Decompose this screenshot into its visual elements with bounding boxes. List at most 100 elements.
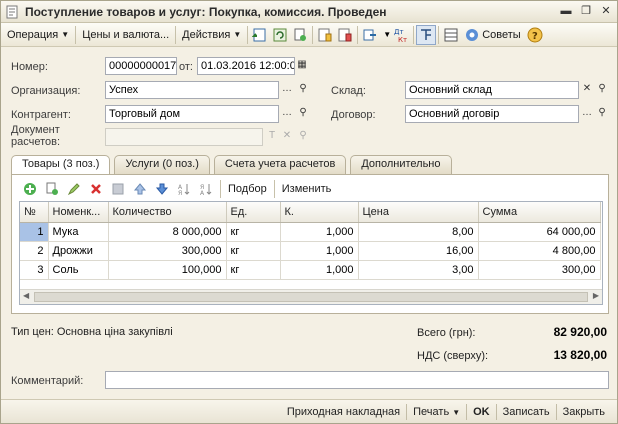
close-button[interactable]: Закрыть [557,406,611,418]
toolbar-separator [273,180,275,198]
organization-label: Организация: [11,85,81,97]
organization-field[interactable]: Успех [105,81,279,99]
nomenclature-cell[interactable]: Дрожжи [48,241,109,261]
help-icon[interactable]: ? [525,25,545,45]
column-header-unit[interactable]: Ед. [226,202,281,223]
number-field[interactable]: 00000000017 [105,57,177,75]
post-icon[interactable] [315,25,335,45]
sort-desc-icon[interactable]: ЯA [196,180,216,198]
contractor-field[interactable]: Торговый дом [105,105,279,123]
chevron-down-icon[interactable]: ▼ [383,30,391,39]
organization-select-button[interactable]: … [280,81,294,99]
column-header-quantity[interactable]: Количество [108,202,227,223]
coefficient-cell[interactable]: 1,000 [280,260,359,280]
row-number-cell[interactable]: 2 [20,241,49,261]
tips-button[interactable]: Советы [461,25,524,45]
quantity-cell[interactable]: 300,000 [108,241,227,261]
save-row-icon[interactable] [108,180,128,198]
price-cell[interactable]: 8,00 [358,222,479,242]
contractor-select-button[interactable]: … [280,105,294,123]
unit-cell[interactable]: кг [226,260,281,280]
settlement-doc-clear-icon[interactable]: ✕ [280,128,294,146]
quantity-cell[interactable]: 100,000 [108,260,227,280]
coefficient-cell[interactable]: 1,000 [280,222,359,242]
sort-asc-icon[interactable]: AЯ [174,180,194,198]
column-header-nomenclature[interactable]: Номенк... [48,202,109,223]
scroll-right-icon[interactable]: ▶ [593,291,599,300]
price-type-label[interactable]: Тип цен: Основна ціна закупівлі [11,326,173,338]
tab-services[interactable]: Услуги (0 поз.) [114,155,210,174]
column-header-number[interactable]: № [20,202,49,223]
table-row[interactable]: 1 Мука 8 000,000 кг 1,000 8,00 64 000,00 [20,222,601,242]
organization-search-icon[interactable]: ⚲ [296,81,310,99]
copy-row-icon[interactable] [42,180,62,198]
save-button[interactable]: Записать [497,406,556,418]
svg-text:?: ? [532,31,538,42]
debit-credit-icon[interactable]: Дт Кт [391,25,411,45]
list-settings-icon[interactable] [441,25,461,45]
warehouse-clear-icon[interactable]: ✕ [580,81,594,99]
goods-table: № Номенк... Количество Ед. К. Цена Сумма… [19,201,603,305]
column-header-price[interactable]: Цена [358,202,479,223]
horizontal-scrollbar[interactable]: ◀ ▶ [20,289,602,304]
restore-icon[interactable]: ❐ [579,4,593,18]
settlement-doc-search-icon[interactable]: ⚲ [296,128,310,146]
contract-select-button[interactable]: … [580,105,594,123]
scroll-left-icon[interactable]: ◀ [23,291,29,300]
prices-currency-button[interactable]: Цены и валюта... [78,25,173,45]
sum-cell[interactable]: 4 800,00 [478,241,601,261]
table-row[interactable]: 3 Соль 100,000 кг 1,000 3,00 300,00 [20,260,601,280]
post-and-close-icon[interactable] [250,25,270,45]
nomenclature-cell[interactable]: Соль [48,260,109,280]
settlement-doc-field[interactable] [105,128,263,146]
toolbar-separator [413,25,415,44]
tab-additional[interactable]: Дополнительно [350,155,452,174]
calendar-icon[interactable]: ▦ [295,57,309,75]
move-up-icon[interactable] [130,180,150,198]
row-number-cell[interactable]: 1 [20,222,49,242]
operation-menu[interactable]: Операция ▼ [3,25,73,45]
comment-field[interactable] [105,371,609,389]
edit-row-icon[interactable] [64,180,84,198]
close-icon[interactable]: ✕ [599,4,613,18]
contract-search-icon[interactable]: ⚲ [595,105,609,123]
table-row[interactable]: 2 Дрожжи 300,000 кг 1,000 16,00 4 800,00 [20,241,601,261]
pick-button[interactable]: Подбор [223,183,272,195]
sum-cell[interactable]: 64 000,00 [478,222,601,242]
print-menu[interactable]: Печать ▼ [407,406,466,418]
warehouse-field[interactable]: Основний склад [405,81,579,99]
invoice-button[interactable]: Приходная накладная [281,406,406,418]
contractor-search-icon[interactable]: ⚲ [296,105,310,123]
quantity-cell[interactable]: 8 000,000 [108,222,227,242]
column-header-coefficient[interactable]: К. [280,202,359,223]
nomenclature-cell[interactable]: Мука [48,222,109,242]
minimize-icon[interactable]: ▬ [559,4,573,18]
coefficient-cell[interactable]: 1,000 [280,241,359,261]
unit-cell[interactable]: кг [226,241,281,261]
refresh-icon[interactable] [270,25,290,45]
delete-row-icon[interactable] [86,180,106,198]
unit-cell[interactable]: кг [226,222,281,242]
column-header-sum[interactable]: Сумма [478,202,601,223]
sum-cell[interactable]: 300,00 [478,260,601,280]
copy-document-icon[interactable] [290,25,310,45]
contract-field[interactable]: Основний договір [405,105,579,123]
tab-goods[interactable]: Товары (3 поз.) [11,155,111,175]
total-value: 82 920,00 [553,325,607,339]
structure-icon[interactable] [416,24,437,45]
price-cell[interactable]: 16,00 [358,241,479,261]
change-button[interactable]: Изменить [277,183,337,195]
based-on-icon[interactable] [360,25,380,45]
warehouse-search-icon[interactable]: ⚲ [595,81,609,99]
settlement-doc-type-icon[interactable]: T [265,128,279,146]
price-cell[interactable]: 3,00 [358,260,479,280]
date-field[interactable]: 01.03.2016 12:00:0 [197,57,295,75]
tab-settlement-accounts[interactable]: Счета учета расчетов [213,155,347,174]
ok-button[interactable]: OK [467,406,496,418]
actions-menu[interactable]: Действия ▼ [178,25,245,45]
row-number-cell[interactable]: 3 [20,260,49,280]
move-down-icon[interactable] [152,180,172,198]
unpost-icon[interactable] [335,25,355,45]
scrollbar-thumb[interactable] [34,292,588,302]
add-row-icon[interactable] [20,180,40,198]
